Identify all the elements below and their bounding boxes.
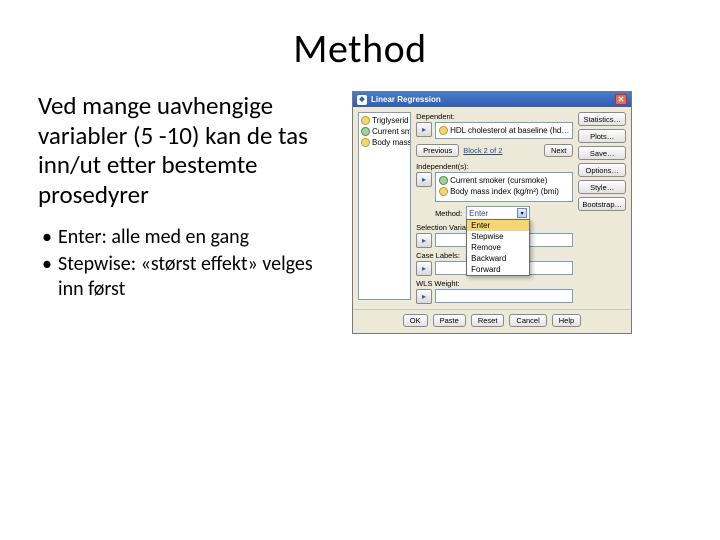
variable-item[interactable]: Current smoker (curs… [361, 126, 408, 137]
method-option[interactable]: Backward [467, 253, 529, 264]
style-button[interactable]: Style… [578, 180, 626, 194]
slide-title: Method [38, 24, 682, 73]
center-panel: Dependent: ▸ HDL cholesterol at baseline… [416, 112, 573, 304]
slide: Method Ved mange uavhengige variabler (5… [0, 0, 720, 540]
variable-label: Body mass index (kg/m²) (bmi) [450, 187, 559, 196]
statistics-button[interactable]: Statistics… [578, 112, 626, 126]
method-dropdown-wrap: Enter ▾ Enter Stepwise Remove Backward F… [466, 206, 530, 220]
bootstrap-button[interactable]: Bootstrap… [578, 197, 626, 211]
block-bar: Previous Block 2 of 2 Next [416, 144, 573, 157]
scale-icon [439, 187, 448, 196]
variable-label: Current smoker (curs… [372, 127, 411, 136]
method-option[interactable]: Forward [467, 264, 529, 275]
window-title: Linear Regression [371, 95, 441, 104]
method-menu: Enter Stepwise Remove Backward Forward [466, 219, 530, 276]
transfer-arrow-button[interactable]: ▸ [416, 289, 432, 304]
app-icon: ◆ [357, 95, 367, 105]
chevron-down-icon: ▾ [517, 208, 527, 218]
save-button[interactable]: Save… [578, 146, 626, 160]
method-option[interactable]: Enter [467, 220, 529, 231]
dependent-field[interactable]: HDL cholesterol at baseline (hd… [435, 122, 573, 139]
scale-icon [439, 126, 448, 135]
scale-icon [361, 116, 370, 125]
help-button[interactable]: Help [552, 314, 581, 327]
dialog-footer: OK Paste Reset Cancel Help [353, 309, 631, 333]
dependent-value: HDL cholesterol at baseline (hd… [450, 126, 569, 135]
bullet-list: Enter: alle med en gang Stepwise: «størs… [38, 225, 338, 302]
method-option[interactable]: Stepwise [467, 231, 529, 242]
variable-item[interactable]: Body mass index (kg… [361, 137, 408, 148]
list-item: Enter: alle med en gang [38, 225, 338, 250]
ok-button[interactable]: OK [403, 314, 428, 327]
method-option[interactable]: Remove [467, 242, 529, 253]
variable-item[interactable]: Current smoker (cursmoke) [439, 175, 569, 186]
options-button[interactable]: Options… [578, 163, 626, 177]
transfer-arrow-button[interactable]: ▸ [416, 261, 432, 276]
plots-button[interactable]: Plots… [578, 129, 626, 143]
intro-text: Ved mange uavhengige variabler (5 -10) k… [38, 91, 338, 209]
wls-label: WLS Weight: [416, 279, 573, 288]
method-value: Enter [469, 209, 488, 218]
nominal-icon [439, 176, 448, 185]
paste-button[interactable]: Paste [433, 314, 466, 327]
method-row: Method: Enter ▾ Enter Stepwise Remove [416, 206, 573, 220]
list-item: Stepwise: «størst effekt» velges inn før… [38, 252, 338, 302]
variable-item[interactable]: Triglyserid (tric) [361, 115, 408, 126]
spss-dialog: ◆ Linear Regression ✕ Triglyserid (tric) [352, 91, 632, 334]
dialog-body: Triglyserid (tric) Current smoker (curs…… [353, 107, 631, 309]
reset-button[interactable]: Reset [471, 314, 505, 327]
spss-column: ◆ Linear Regression ✕ Triglyserid (tric) [352, 91, 682, 334]
variable-label: Triglyserid (tric) [372, 116, 411, 125]
wls-field[interactable] [435, 289, 573, 303]
previous-button[interactable]: Previous [416, 144, 459, 157]
text-column: Ved mange uavhengige variabler (5 -10) k… [38, 91, 338, 334]
independent-label: Independent(s): [416, 162, 573, 171]
method-label: Method: [435, 209, 462, 218]
transfer-arrow-button[interactable]: ▸ [416, 122, 432, 137]
variable-label: Current smoker (cursmoke) [450, 176, 547, 185]
block-label: Block 2 of 2 [463, 146, 540, 155]
scale-icon [361, 138, 370, 147]
transfer-arrow-button[interactable]: ▸ [416, 172, 432, 187]
cancel-button[interactable]: Cancel [509, 314, 546, 327]
method-dropdown[interactable]: Enter ▾ [466, 206, 530, 220]
variable-item[interactable]: Body mass index (kg/m²) (bmi) [439, 186, 569, 197]
title-bar: ◆ Linear Regression ✕ [353, 92, 631, 107]
source-variable-list[interactable]: Triglyserid (tric) Current smoker (curs…… [358, 112, 411, 300]
right-button-column: Statistics… Plots… Save… Options… Style…… [578, 112, 626, 304]
transfer-arrow-button[interactable]: ▸ [416, 233, 432, 248]
variable-label: Body mass index (kg… [372, 138, 411, 147]
columns: Ved mange uavhengige variabler (5 -10) k… [38, 91, 682, 334]
independent-field[interactable]: Current smoker (cursmoke) Body mass inde… [435, 172, 573, 202]
close-button[interactable]: ✕ [615, 94, 627, 105]
dependent-label: Dependent: [416, 112, 573, 121]
next-button[interactable]: Next [544, 144, 573, 157]
nominal-icon [361, 127, 370, 136]
